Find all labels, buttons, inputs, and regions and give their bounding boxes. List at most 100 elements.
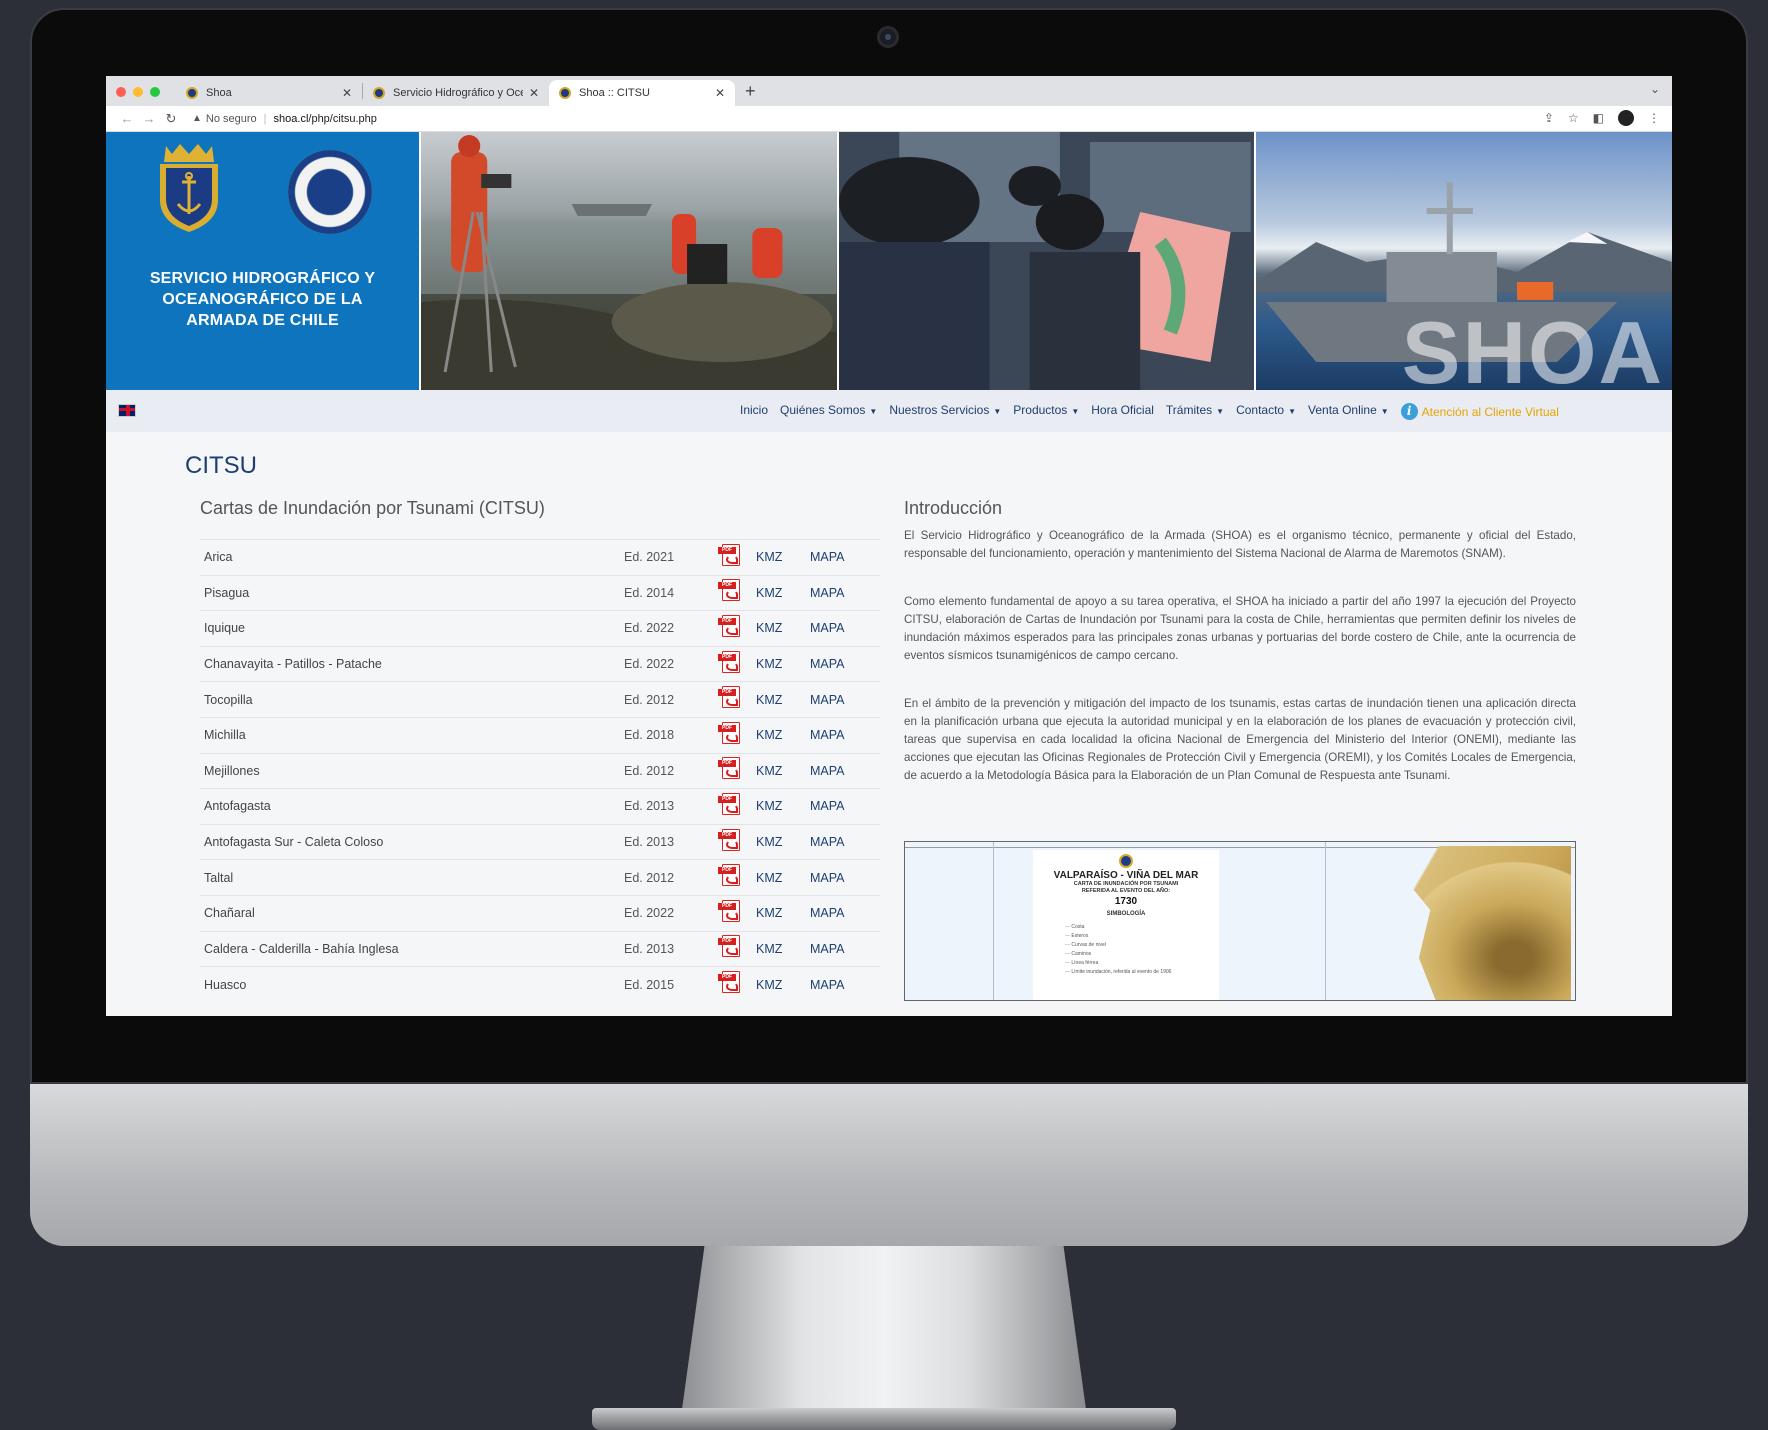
mapa-link[interactable]: MAPA bbox=[810, 906, 845, 920]
pdf-icon: PDF bbox=[718, 721, 744, 746]
english-flag-icon[interactable] bbox=[118, 404, 136, 417]
pdf-download-link[interactable]: PDF bbox=[714, 682, 752, 718]
chart-name: Caldera - Calderilla - Bahía Inglesa bbox=[204, 941, 399, 956]
mapa-link[interactable]: MAPA bbox=[810, 728, 845, 742]
map-preview[interactable]: VALPARAÍSO - VIÑA DEL MAR CARTA DE INUND… bbox=[904, 841, 1576, 1001]
new-tab-icon[interactable]: + bbox=[735, 81, 766, 102]
nav-item-nuestros-servicios[interactable]: Nuestros Servicios ▼ bbox=[889, 403, 1001, 420]
nav-item-tramites[interactable]: Trámites ▼ bbox=[1166, 403, 1224, 420]
close-tab-icon[interactable]: ✕ bbox=[342, 86, 352, 100]
banner-photo-surveyors bbox=[419, 132, 837, 390]
tab-search-chevron-icon[interactable]: ⌄ bbox=[1650, 82, 1660, 96]
mapa-link[interactable]: MAPA bbox=[810, 657, 845, 671]
mapa-link[interactable]: MAPA bbox=[810, 586, 845, 600]
kebab-menu-icon[interactable]: ⋮ bbox=[1648, 111, 1660, 125]
nav-item-hora-oficial[interactable]: Hora Oficial bbox=[1091, 403, 1154, 420]
pdf-icon: PDF bbox=[718, 757, 744, 781]
monitor-stand-base bbox=[592, 1408, 1176, 1430]
kmz-link[interactable]: KMZ bbox=[756, 799, 782, 813]
reload-icon[interactable]: ↻ bbox=[160, 111, 182, 127]
pdf-download-link[interactable]: PDF bbox=[714, 717, 752, 753]
nav-item-label: Inicio bbox=[740, 403, 769, 417]
nav-item-atencion-cliente[interactable]: i Atención al Cliente Virtual bbox=[1400, 403, 1559, 420]
close-window-button[interactable] bbox=[116, 87, 126, 97]
nav-item-productos[interactable]: Productos ▼ bbox=[1013, 403, 1079, 420]
kmz-link[interactable]: KMZ bbox=[756, 728, 782, 742]
kmz-link[interactable]: KMZ bbox=[756, 657, 782, 671]
table-row: Taltal Ed. 2012 PDF KMZ MAPA bbox=[200, 859, 880, 896]
mapa-link[interactable]: MAPA bbox=[810, 978, 845, 992]
intro-paragraph: El Servicio Hidrográfico y Oceanográfico… bbox=[904, 529, 1576, 560]
pdf-download-link[interactable]: PDF bbox=[714, 931, 752, 967]
tab-title: Servicio Hidrográfico y Oceanó bbox=[393, 87, 523, 99]
maximize-window-button[interactable] bbox=[150, 87, 160, 97]
pdf-download-link[interactable]: PDF bbox=[714, 646, 752, 682]
pdf-download-link[interactable]: PDF bbox=[714, 753, 752, 789]
map-legend-title: SIMBOLOGÍA bbox=[1106, 911, 1146, 917]
kmz-link[interactable]: KMZ bbox=[756, 978, 782, 992]
mapa-link[interactable]: MAPA bbox=[810, 799, 845, 813]
kmz-link[interactable]: KMZ bbox=[756, 550, 782, 564]
pdf-download-link[interactable]: PDF bbox=[714, 575, 752, 611]
officers-scene-icon bbox=[838, 132, 1255, 390]
kmz-link[interactable]: KMZ bbox=[756, 871, 782, 885]
nav-item-venta-online[interactable]: Venta Online ▼ bbox=[1308, 403, 1389, 420]
pdf-download-link[interactable]: PDF bbox=[714, 967, 752, 1003]
kmz-link[interactable]: KMZ bbox=[756, 906, 782, 920]
chart-edition: Ed. 2012 bbox=[624, 870, 675, 885]
kmz-link[interactable]: KMZ bbox=[756, 586, 782, 600]
kmz-link[interactable]: KMZ bbox=[756, 621, 782, 635]
mapa-link[interactable]: MAPA bbox=[810, 871, 845, 885]
nav-item-label: Quiénes Somos bbox=[780, 403, 866, 417]
pdf-icon: PDF bbox=[718, 579, 744, 603]
forward-arrow-icon[interactable]: → bbox=[138, 111, 160, 126]
browser-tab[interactable]: Shoa ✕ bbox=[176, 80, 362, 106]
browser-tab-active[interactable]: Shoa :: CITSU ✕ bbox=[549, 80, 735, 106]
kmz-link[interactable]: KMZ bbox=[756, 942, 782, 956]
side-panel-icon[interactable]: ◧ bbox=[1593, 111, 1604, 125]
minimize-window-button[interactable] bbox=[133, 87, 143, 97]
pdf-download-link[interactable]: PDF bbox=[714, 611, 752, 647]
table-row: Pisagua Ed. 2014 PDF KMZ MAPA bbox=[200, 575, 880, 611]
kmz-link[interactable]: KMZ bbox=[756, 693, 782, 707]
chart-name: Antofagasta bbox=[204, 799, 271, 814]
bookmark-star-icon[interactable]: ☆ bbox=[1568, 111, 1579, 125]
pdf-download-link[interactable]: PDF bbox=[714, 824, 752, 860]
nav-item-inicio[interactable]: Inicio bbox=[740, 403, 768, 420]
kmz-link[interactable]: KMZ bbox=[756, 764, 782, 778]
intro-paragraph: En el ámbito de la prevención y mitigaci… bbox=[904, 697, 1576, 782]
close-tab-icon[interactable]: ✕ bbox=[715, 86, 725, 100]
address-bar[interactable]: ▲ No seguro | shoa.cl/php/citsu.php bbox=[192, 113, 377, 125]
pdf-download-link[interactable]: PDF bbox=[714, 789, 752, 825]
mapa-link[interactable]: MAPA bbox=[810, 621, 845, 635]
banner-photo-ship: SHOA bbox=[1254, 132, 1672, 390]
mapa-link[interactable]: MAPA bbox=[810, 942, 845, 956]
chart-name: Huasco bbox=[204, 977, 247, 992]
nav-item-contacto[interactable]: Contacto ▼ bbox=[1236, 403, 1296, 420]
kmz-link[interactable]: KMZ bbox=[756, 835, 782, 849]
info-icon: i bbox=[1400, 403, 1418, 420]
mapa-link[interactable]: MAPA bbox=[810, 693, 845, 707]
chart-edition: Ed. 2013 bbox=[624, 835, 675, 850]
caret-down-icon: ▼ bbox=[993, 407, 1002, 416]
window-controls bbox=[116, 78, 160, 106]
caret-down-icon: ▼ bbox=[869, 407, 878, 416]
chart-name: Pisagua bbox=[204, 585, 250, 600]
pdf-download-link[interactable]: PDF bbox=[714, 860, 752, 896]
pdf-download-link[interactable]: PDF bbox=[714, 540, 752, 576]
nav-item-label: Contacto bbox=[1236, 403, 1285, 417]
browser-tab[interactable]: Servicio Hidrográfico y Oceanó ✕ bbox=[363, 80, 549, 106]
brand-panel: SERVICIO HIDROGRÁFICO Y OCEANOGRÁFICO DE… bbox=[106, 132, 419, 390]
nav-item-quienes-somos[interactable]: Quiénes Somos ▼ bbox=[780, 403, 877, 420]
nav-item-label: Trámites bbox=[1165, 403, 1213, 417]
mapa-link[interactable]: MAPA bbox=[810, 550, 845, 564]
chart-edition: Ed. 2012 bbox=[624, 692, 675, 707]
mapa-link[interactable]: MAPA bbox=[810, 764, 845, 778]
close-tab-icon[interactable]: ✕ bbox=[529, 86, 539, 100]
back-arrow-icon[interactable]: ← bbox=[116, 111, 138, 126]
mapa-link[interactable]: MAPA bbox=[810, 835, 845, 849]
share-icon[interactable]: ⇪ bbox=[1544, 111, 1554, 125]
map-legend: Costa Esteros Curvas de nivel Caminos Lí… bbox=[1033, 923, 1219, 977]
pdf-download-link[interactable]: PDF bbox=[714, 895, 752, 931]
profile-avatar[interactable] bbox=[1618, 110, 1634, 126]
